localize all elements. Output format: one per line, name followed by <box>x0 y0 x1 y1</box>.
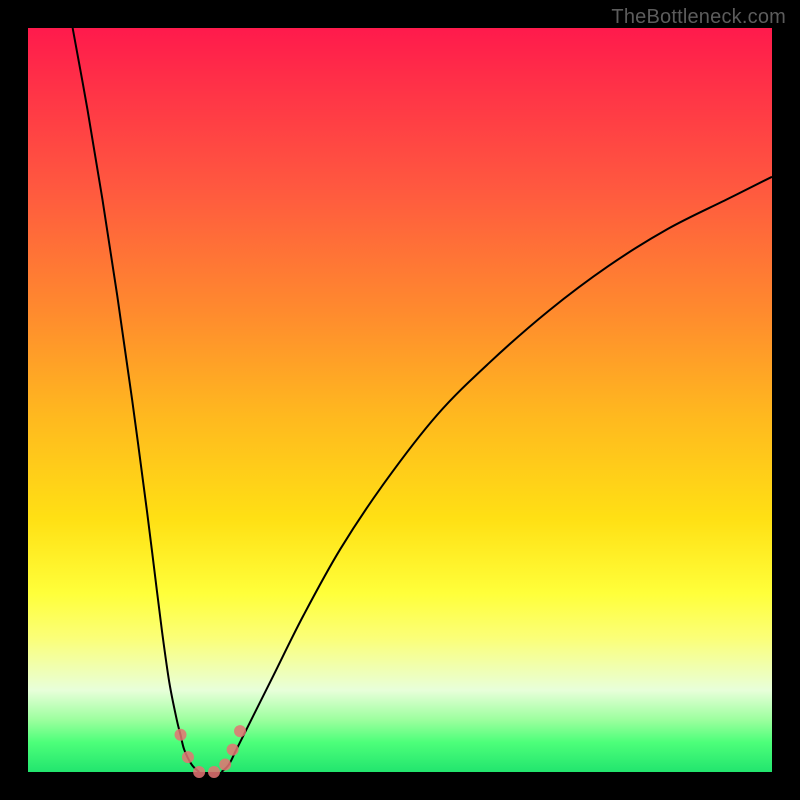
curve-right <box>221 177 772 772</box>
valley-dot <box>208 766 220 778</box>
valley-dot <box>182 751 194 763</box>
chart-svg <box>28 28 772 772</box>
valley-dot <box>234 725 246 737</box>
valley-dot <box>227 744 239 756</box>
watermark-text: TheBottleneck.com <box>611 6 786 29</box>
valley-dot <box>175 729 187 741</box>
curve-left <box>73 28 199 772</box>
valley-dot <box>193 766 205 778</box>
chart-plot-area <box>28 28 772 772</box>
valley-dot <box>219 759 231 771</box>
